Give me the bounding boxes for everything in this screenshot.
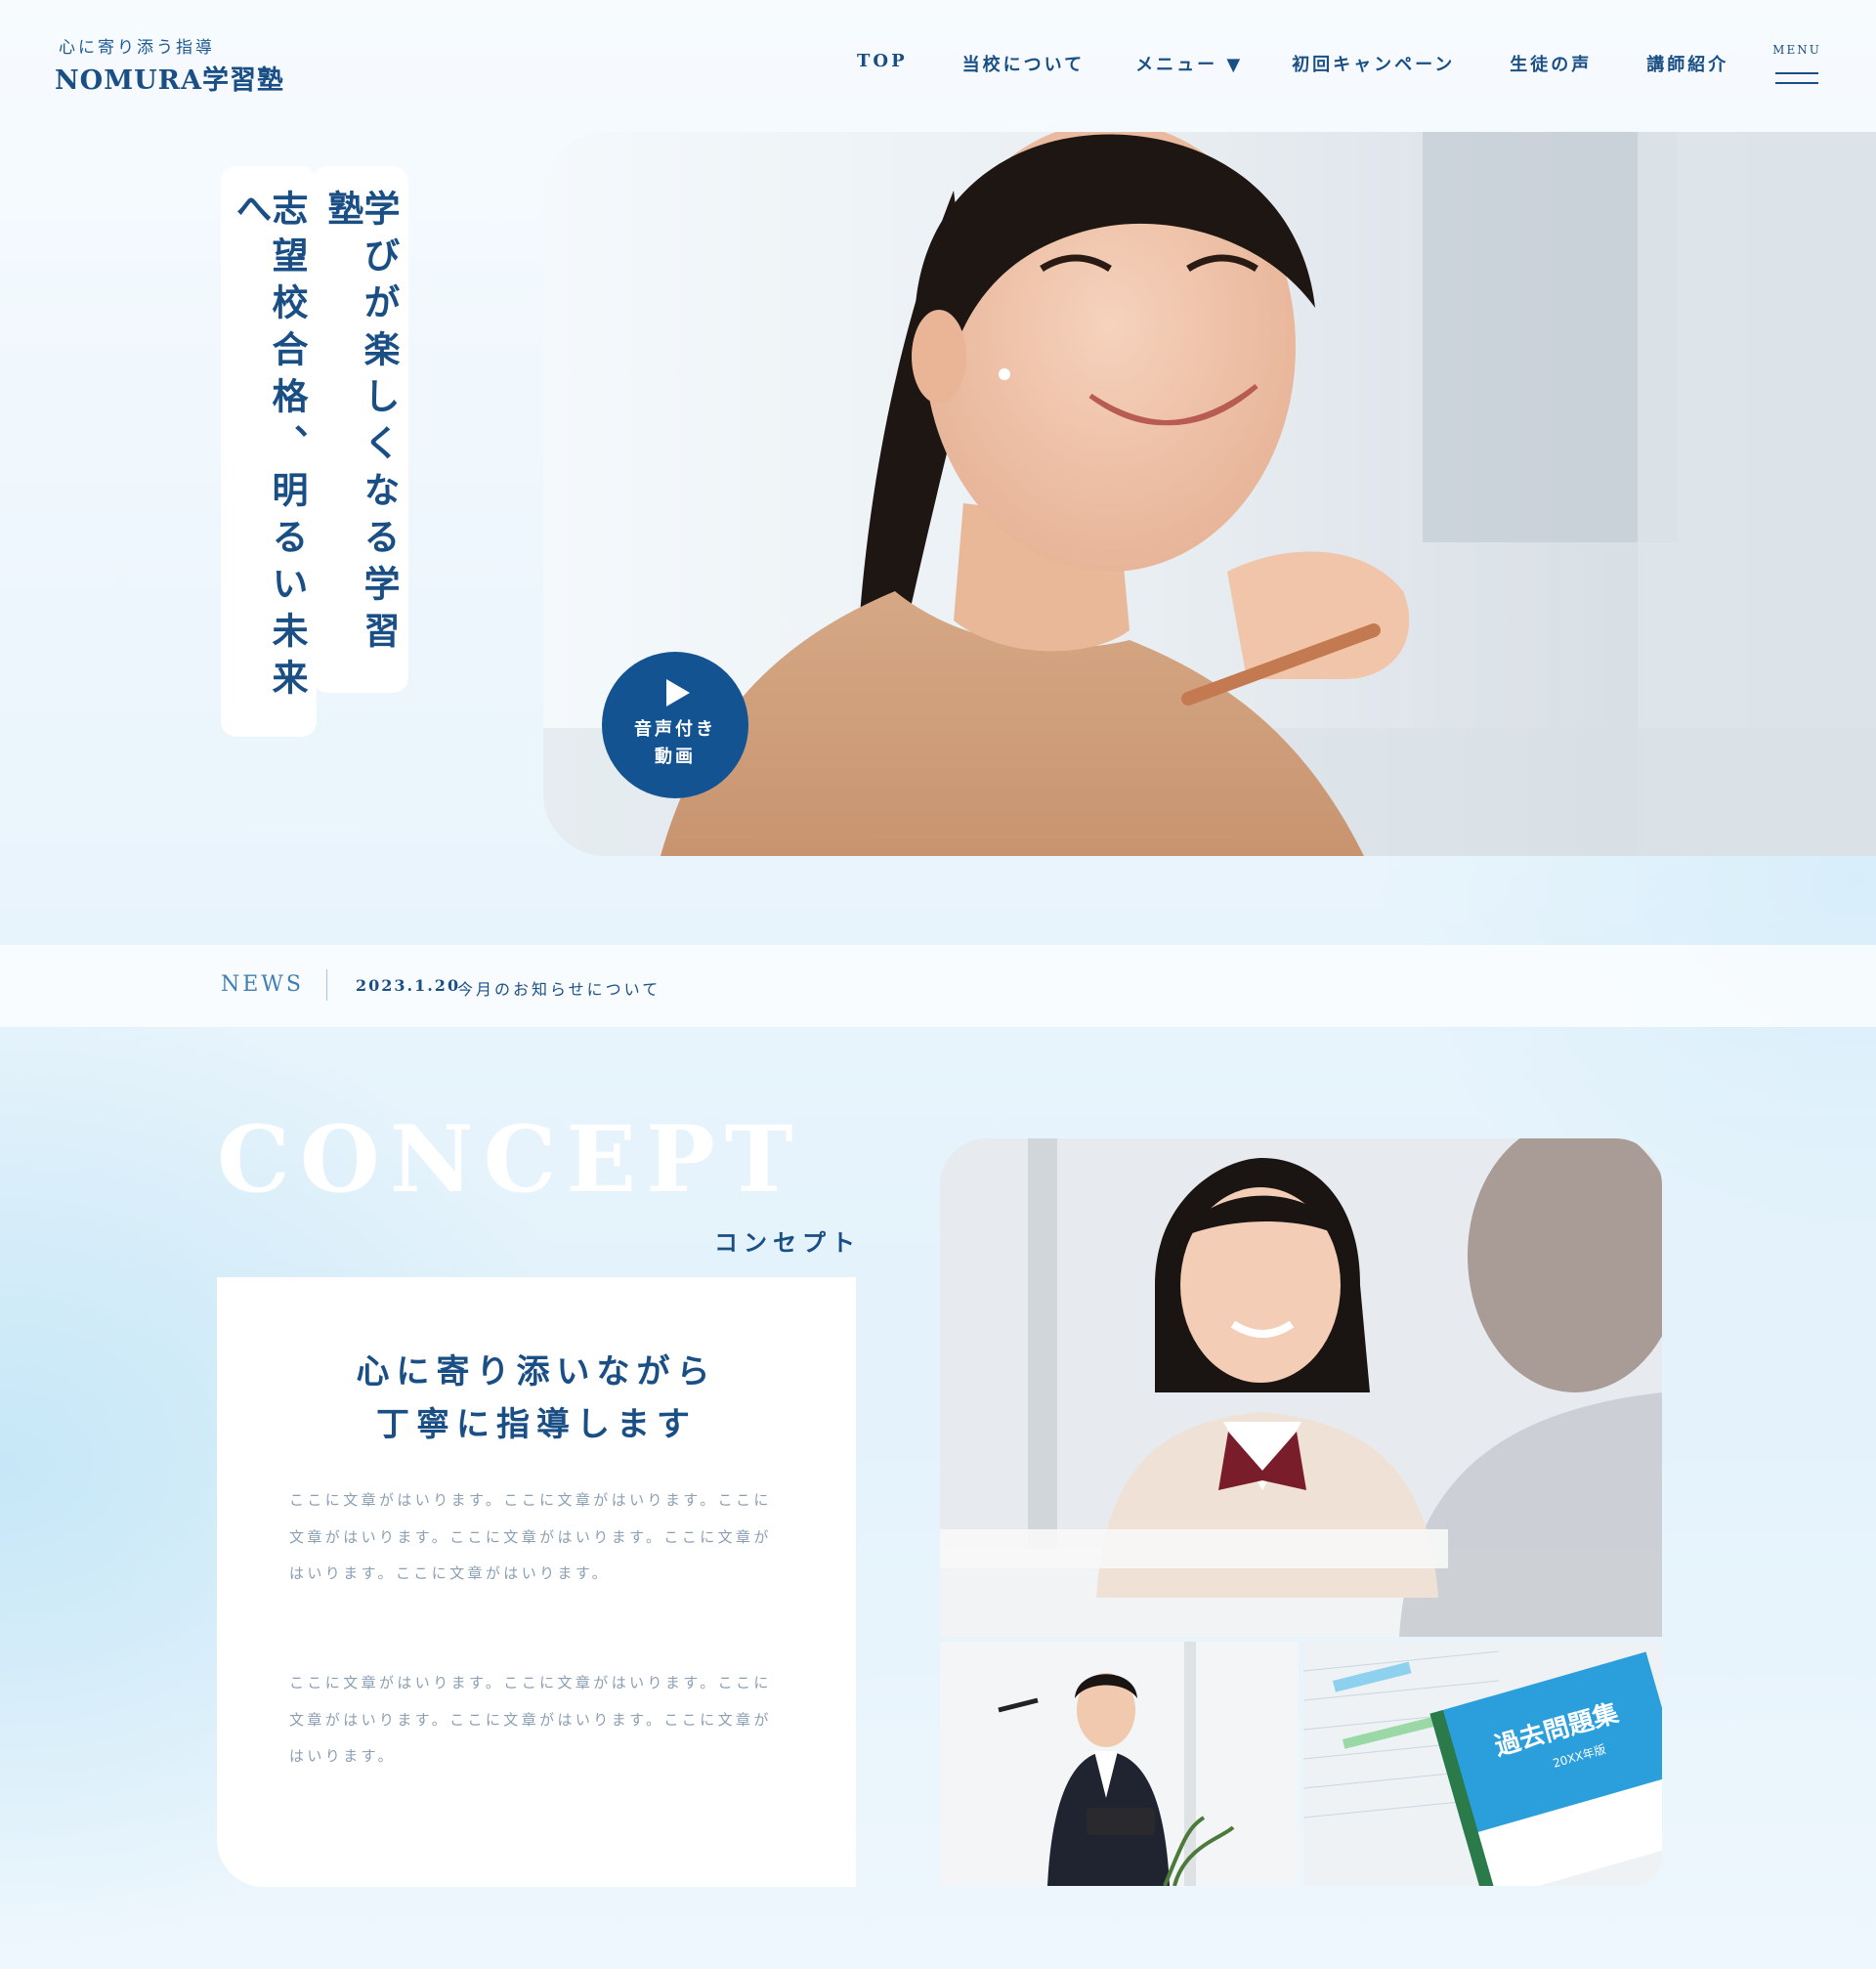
news-divider xyxy=(326,969,327,1001)
nav-item-voices[interactable]: 生徒の声 xyxy=(1510,51,1592,76)
video-button-label-1: 音声付き xyxy=(634,719,716,740)
news-date: 2023.1.20 xyxy=(356,976,461,995)
global-nav: TOP 当校について メニュー ▼ 初回キャンペーン 生徒の声 講師紹介 xyxy=(857,51,1728,76)
nav-item-teachers[interactable]: 講師紹介 xyxy=(1646,51,1728,76)
concept-heading: 心に寄り添いながら 丁寧に指導します xyxy=(217,1346,856,1451)
concept-photo-student xyxy=(940,1138,1662,1637)
play-video-button[interactable]: 音声付き 動画 xyxy=(602,652,748,798)
hero-catchcopy-secondary: 志望校合格、明るい未来へ xyxy=(221,166,317,737)
concept-title-en: CONCEPT xyxy=(217,1106,803,1214)
concept-heading-line-1: 心に寄り添いながら xyxy=(356,1352,717,1391)
concept-photo-workbook: 過去問題集 20XX年版 xyxy=(1303,1642,1662,1886)
nav-item-menu[interactable]: メニュー ▼ xyxy=(1135,51,1243,76)
news-label[interactable]: NEWS xyxy=(221,972,304,997)
site-logo[interactable]: NOMURA学習塾 xyxy=(55,59,284,97)
hero-catchcopy-primary: 学びが楽しくなる学習塾 xyxy=(313,166,408,693)
nav-item-top[interactable]: TOP xyxy=(857,51,908,76)
concept-photo-teacher xyxy=(940,1642,1299,1886)
logo-tagline: 心に寄り添う指導 xyxy=(59,38,215,58)
nav-item-about[interactable]: 当校について xyxy=(962,51,1085,76)
concept-paragraph-1: ここに文章がはいります。ここに文章がはいります。ここに文章がはいります。ここに文… xyxy=(289,1491,772,1582)
menu-label: MENU xyxy=(1772,43,1821,57)
concept-card: 心に寄り添いながら 丁寧に指導します ここに文章がはいります。ここに文章がはいり… xyxy=(217,1277,856,1887)
hamburger-icon xyxy=(1775,72,1818,74)
concept-paragraph-2: ここに文章がはいります。ここに文章がはいります。ここに文章がはいります。ここに文… xyxy=(289,1674,772,1765)
video-button-label-2: 動画 xyxy=(655,747,696,767)
news-title-link[interactable]: 今月のお知らせについて xyxy=(457,976,661,1000)
hamburger-menu-button[interactable]: MENU xyxy=(1772,43,1821,90)
concept-title-ja: コンセプト xyxy=(714,1228,861,1257)
nav-item-campaign[interactable]: 初回キャンペーン xyxy=(1292,51,1455,76)
concept-heading-line-2: 丁寧に指導します xyxy=(376,1405,697,1444)
play-icon xyxy=(666,679,690,706)
